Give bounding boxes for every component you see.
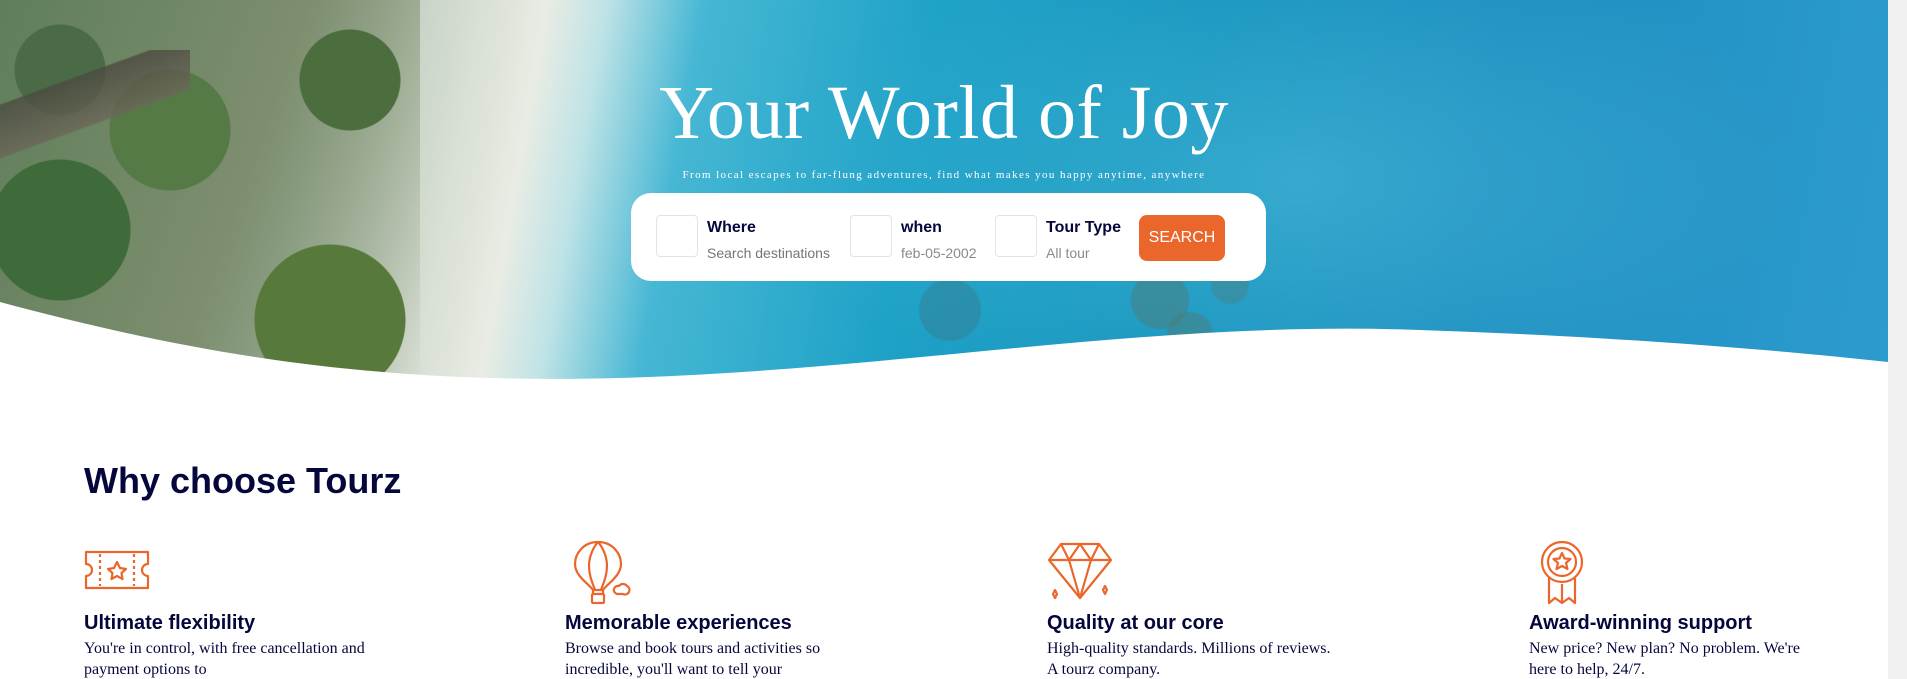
why-choose-heading: Why choose Tourz	[84, 460, 402, 501]
ticket-icon	[84, 550, 150, 590]
hero-wave-divider	[0, 302, 1888, 400]
feature-title: Memorable experiences	[565, 612, 792, 634]
where-input[interactable]	[707, 245, 837, 261]
feature-title: Ultimate flexibility	[84, 612, 256, 634]
tour-type-label: Tour Type	[1046, 219, 1121, 236]
feature-title: Quality at our core	[1047, 612, 1224, 634]
hero-subtitle: From local escapes to far-flung adventur…	[682, 169, 1206, 181]
scrollbar[interactable]	[1888, 0, 1907, 679]
tour-type-value: All tour	[1046, 245, 1090, 261]
when-field[interactable]: when feb-05-2002	[850, 215, 980, 261]
location-icon	[656, 215, 698, 257]
feature-title: Award-winning support	[1529, 612, 1752, 634]
hero-title: Your World of Joy	[659, 71, 1229, 155]
award-icon	[1540, 540, 1584, 605]
tour-type-icon	[995, 215, 1037, 257]
feature-text: Browse and book tours and activities so …	[565, 640, 821, 678]
feature-text: You're in control, with free cancellatio…	[84, 640, 365, 678]
where-label: Where	[707, 219, 756, 236]
tour-type-field[interactable]: Tour Type All tour	[995, 215, 1125, 261]
feature-text: High-quality standards. Millions of revi…	[1047, 640, 1331, 678]
hot-air-balloon-icon	[573, 540, 631, 605]
where-field[interactable]: Where	[656, 215, 837, 261]
when-label: when	[901, 219, 942, 236]
search-button[interactable]: SEARCH	[1139, 215, 1225, 261]
diamond-icon	[1047, 542, 1113, 600]
search-bar: Where when feb-05-2002 Tour Type All tou…	[631, 193, 1266, 281]
when-value: feb-05-2002	[901, 245, 977, 261]
calendar-icon	[850, 215, 892, 257]
feature-text: New price? New plan? No problem. We're h…	[1529, 640, 1800, 678]
